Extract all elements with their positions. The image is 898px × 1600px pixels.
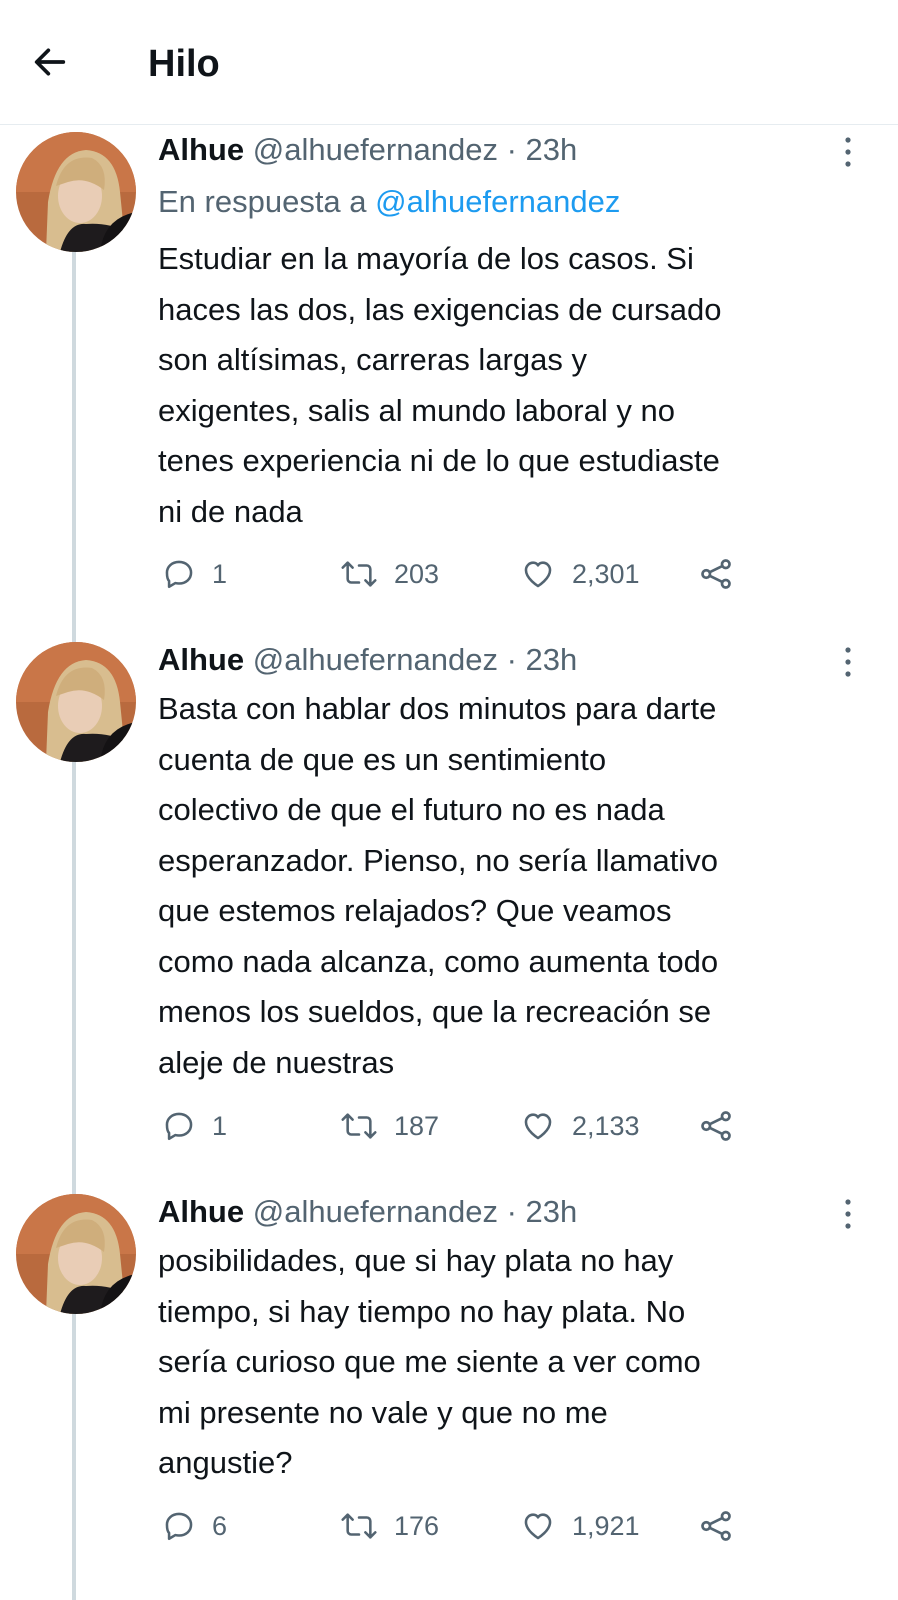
tweet-text: posibilidades, que si hay plata no hay t… <box>158 1243 701 1480</box>
more-options-button[interactable] <box>836 134 860 170</box>
tweet-text: Estudiar en la mayoría de los casos. Si … <box>158 241 722 529</box>
avatar-image <box>16 642 136 762</box>
reply-prefix: En respuesta a <box>158 184 367 219</box>
heart-icon <box>524 561 552 588</box>
display-name[interactable]: Alhue <box>158 642 244 677</box>
share-button[interactable] <box>698 554 734 594</box>
like-count: 2,133 <box>572 1110 640 1141</box>
heart-icon <box>524 1513 552 1540</box>
reply-bubble-icon <box>165 1112 193 1141</box>
tweet[interactable]: Alhue @alhuefernandez · 23h posibilidade… <box>0 1194 898 1600</box>
user-handle[interactable]: @alhuefernandez <box>253 132 498 167</box>
reply-count: 1 <box>212 558 228 589</box>
reply-count: 6 <box>212 1510 228 1541</box>
share-icon <box>701 1111 731 1141</box>
separator-dot: · <box>506 1194 517 1229</box>
share-button[interactable] <box>698 1506 734 1546</box>
page-title: Hilo <box>148 43 220 85</box>
tweet-time[interactable]: 23h <box>526 642 578 677</box>
display-name[interactable]: Alhue <box>158 132 244 167</box>
more-vertical-icon <box>845 137 851 167</box>
more-vertical-icon <box>845 647 851 677</box>
like-button[interactable]: 2,133 <box>520 1106 640 1146</box>
separator-dot: · <box>506 132 517 167</box>
more-options-button[interactable] <box>836 644 860 680</box>
tweet-text: Basta con hablar dos minutos para darte … <box>158 691 719 1080</box>
share-icon <box>701 559 731 589</box>
arrow-left-icon <box>34 48 66 76</box>
retweet-icon <box>341 561 377 587</box>
thread-header: Hilo <box>0 0 898 125</box>
retweet-count: 203 <box>394 558 440 589</box>
tweet-time[interactable]: 23h <box>526 132 578 167</box>
tweet-meta: Alhue @alhuefernandez · 23h <box>158 642 577 678</box>
avatar[interactable] <box>16 642 136 762</box>
tweet-actions: 6 176 1,921 <box>158 1506 858 1546</box>
reply-count: 1 <box>212 1110 228 1141</box>
retweet-icon <box>341 1513 377 1539</box>
reply-button[interactable]: 1 <box>162 1106 227 1146</box>
avatar[interactable] <box>16 1194 136 1314</box>
heart-icon <box>524 1113 552 1140</box>
retweet-count: 176 <box>394 1510 440 1541</box>
retweet-count: 187 <box>394 1110 440 1141</box>
reply-button[interactable]: 1 <box>162 554 227 594</box>
avatar[interactable] <box>16 132 136 252</box>
tweet-actions: 1 187 2,133 <box>158 1106 858 1146</box>
retweet-button[interactable]: 203 <box>340 554 439 594</box>
back-button[interactable] <box>26 38 74 86</box>
tweet-meta: Alhue @alhuefernandez · 23h <box>158 132 577 168</box>
separator-dot: · <box>506 642 517 677</box>
avatar-image <box>16 1194 136 1314</box>
like-count: 1,921 <box>572 1510 640 1541</box>
tweet[interactable]: Alhue @alhuefernandez · 23h En respuesta… <box>0 132 898 612</box>
reply-context: En respuesta a @alhuefernandez <box>158 184 620 220</box>
like-count: 2,301 <box>572 558 640 589</box>
share-icon <box>701 1511 731 1541</box>
like-button[interactable]: 1,921 <box>520 1506 640 1546</box>
reply-bubble-icon <box>165 1512 193 1541</box>
user-handle[interactable]: @alhuefernandez <box>253 642 498 677</box>
tweet-actions: 1 203 2,301 <box>158 554 858 594</box>
share-button[interactable] <box>698 1106 734 1146</box>
display-name[interactable]: Alhue <box>158 1194 244 1229</box>
reply-bubble-icon <box>165 560 193 589</box>
reply-button[interactable]: 6 <box>162 1506 227 1546</box>
tweet-time[interactable]: 23h <box>526 1194 578 1229</box>
like-button[interactable]: 2,301 <box>520 554 640 594</box>
retweet-button[interactable]: 187 <box>340 1106 439 1146</box>
user-handle[interactable]: @alhuefernandez <box>253 1194 498 1229</box>
tweet-meta: Alhue @alhuefernandez · 23h <box>158 1194 577 1230</box>
more-vertical-icon <box>845 1199 851 1229</box>
retweet-icon <box>341 1113 377 1139</box>
reply-mention-link[interactable]: @alhuefernandez <box>375 184 620 219</box>
tweet[interactable]: Alhue @alhuefernandez · 23h Basta con ha… <box>0 642 898 1162</box>
avatar-image <box>16 132 136 252</box>
retweet-button[interactable]: 176 <box>340 1506 439 1546</box>
more-options-button[interactable] <box>836 1196 860 1232</box>
